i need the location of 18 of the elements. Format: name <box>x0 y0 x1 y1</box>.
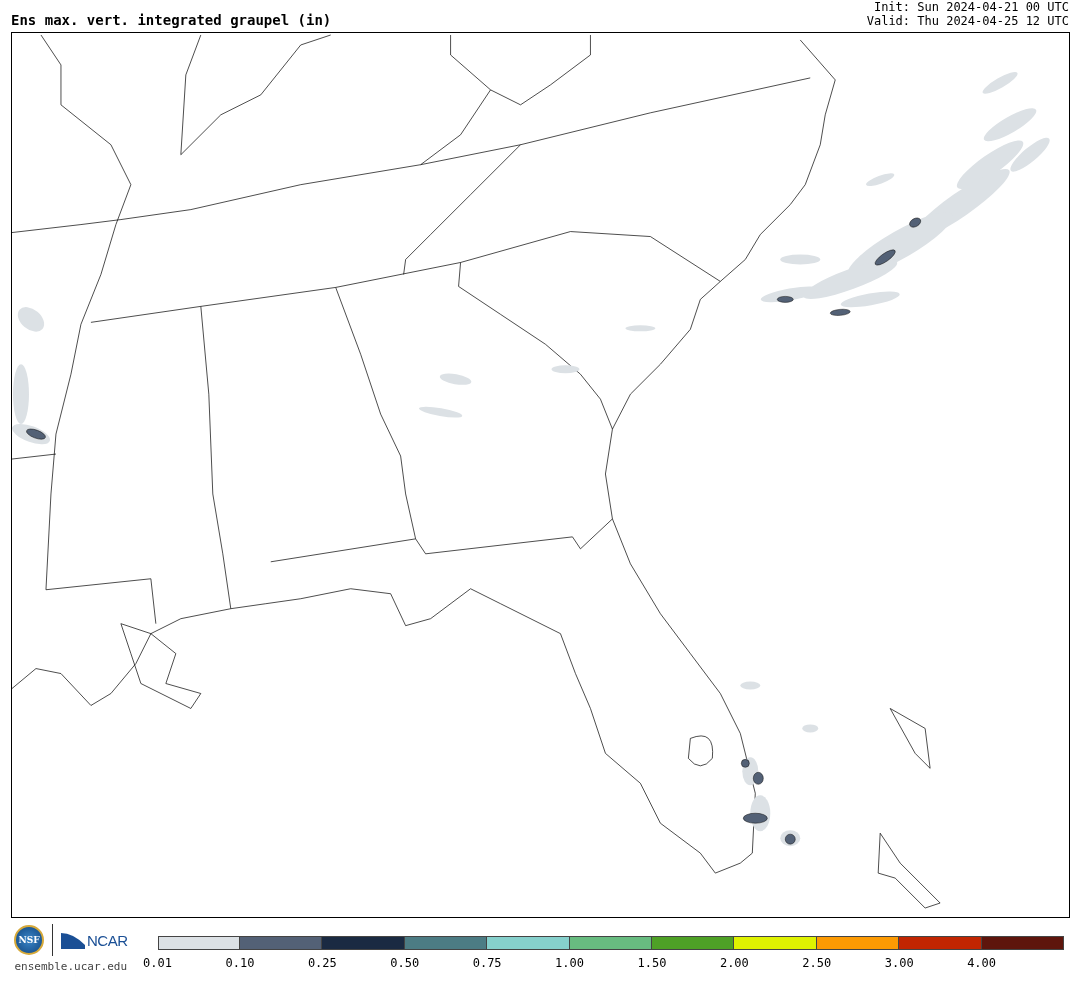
valid-time: Valid: Thu 2024-04-25 12 UTC <box>866 14 1069 28</box>
colorbar-tick-label: 0.50 <box>390 956 420 970</box>
ncar-swoosh-icon <box>61 931 85 949</box>
colorbar-tick-label: 0.10 <box>225 956 255 970</box>
colorbar-tick-label: 3.00 <box>884 956 914 970</box>
ncar-logo: NCAR <box>87 931 128 949</box>
colorbar-tick-label: 0.75 <box>472 956 502 970</box>
site-url: ensemble.ucar.edu <box>14 960 128 973</box>
colorbar-tick-label: 0.01 <box>143 956 172 970</box>
chart-title: Ens max. vert. integrated graupel (in) <box>11 12 332 28</box>
colorbar-tick-label: 0.25 <box>307 956 337 970</box>
colorbar-tick-label: 1.00 <box>555 956 584 970</box>
nsf-logo: NSF <box>14 925 44 955</box>
colorbar-tick-label: 2.00 <box>719 956 749 970</box>
init-time: Init: Sun 2024-04-21 00 UTC <box>873 0 1069 14</box>
colorbar-tick-label: 1.50 <box>637 956 667 970</box>
colorbar-tick-label: 4.00 <box>967 956 997 970</box>
colorbar-tick-label: 2.50 <box>802 956 832 970</box>
